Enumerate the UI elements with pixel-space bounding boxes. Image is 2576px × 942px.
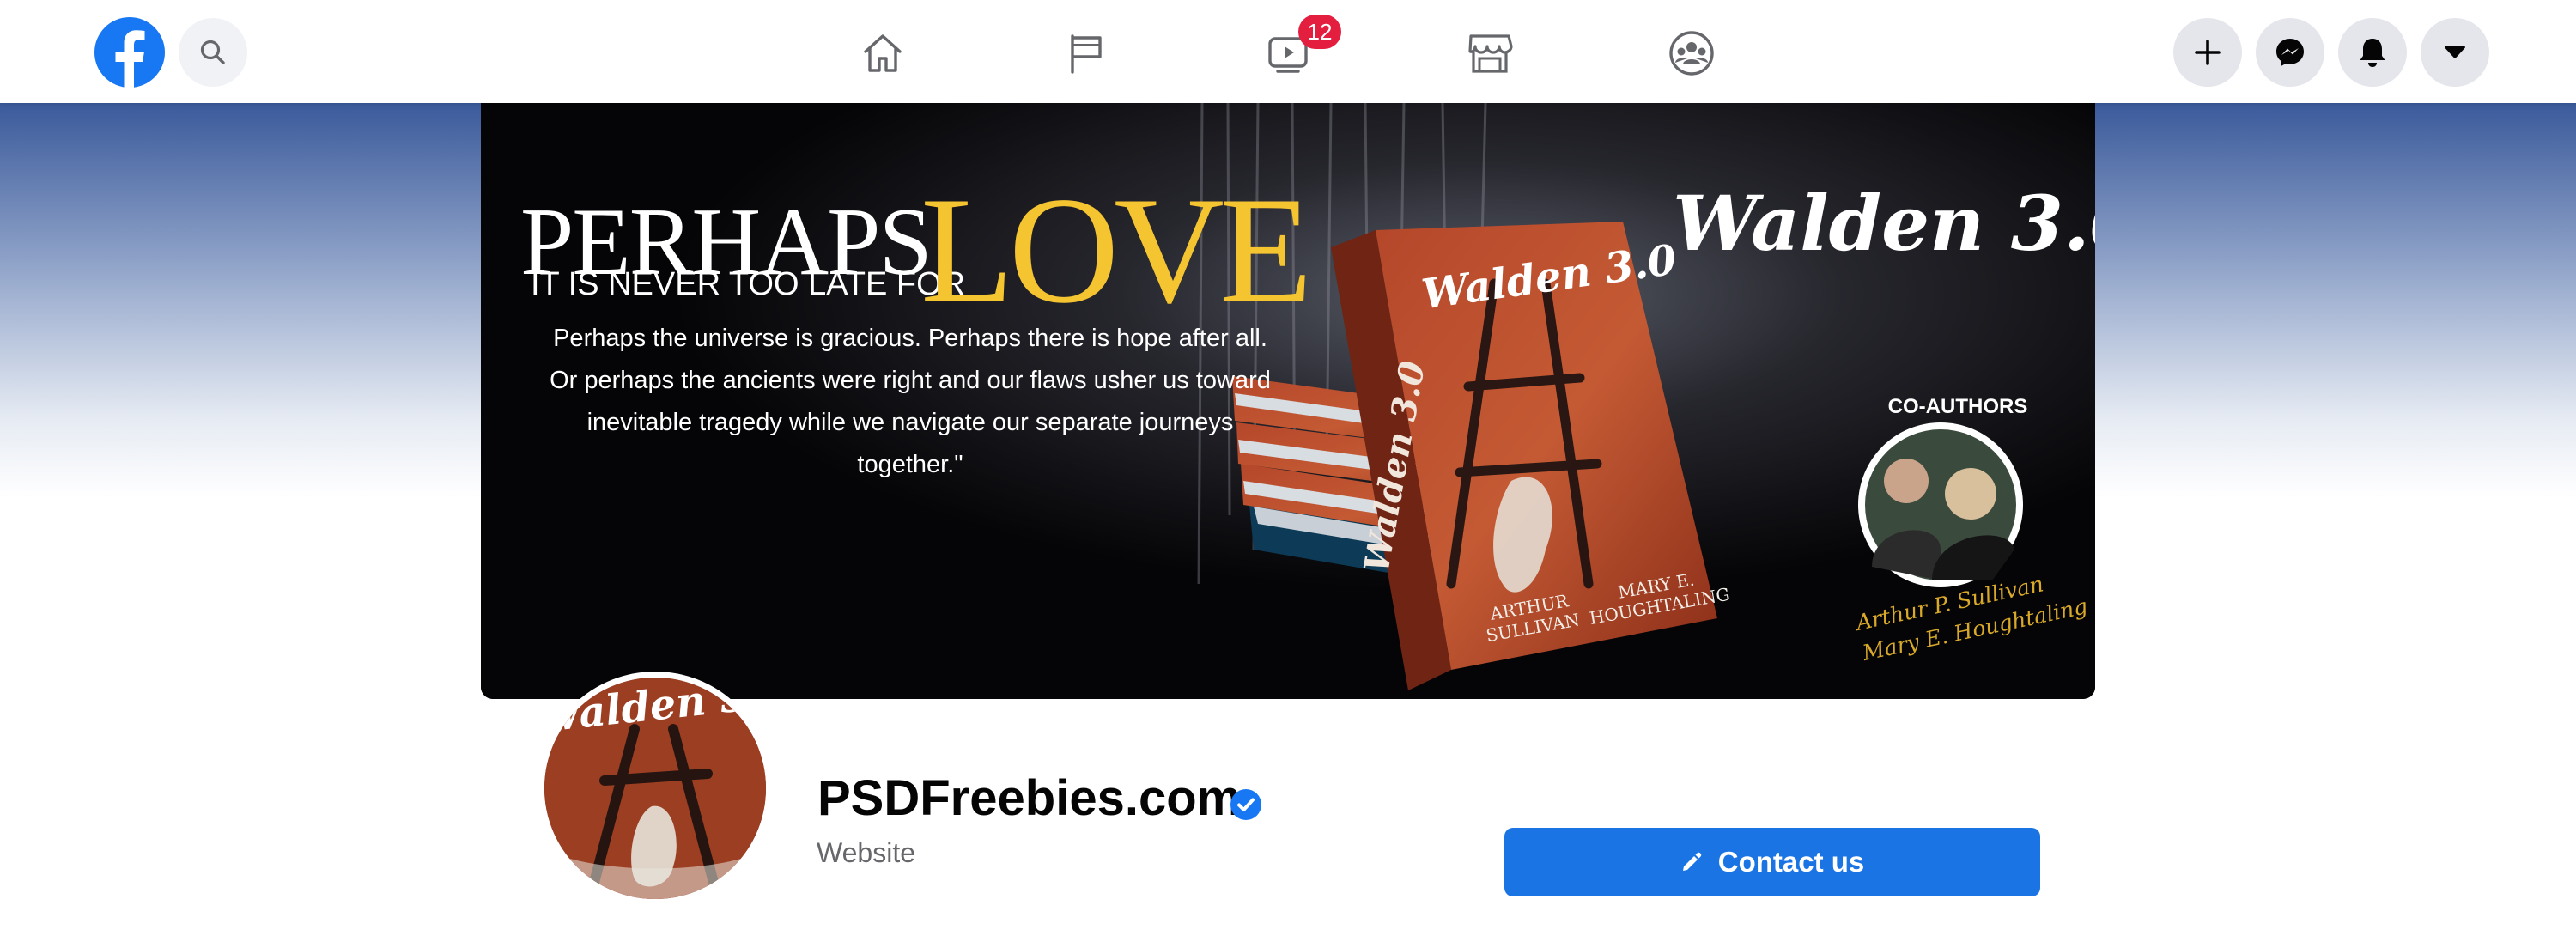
- messenger-button[interactable]: [2256, 18, 2324, 87]
- cover-quote: Perhaps the universe is gracious. Perhap…: [515, 318, 1305, 486]
- top-navigation-bar: 12: [0, 0, 2576, 103]
- tab-groups[interactable]: [1640, 17, 1743, 89]
- facebook-logo-icon[interactable]: [94, 17, 165, 88]
- groups-icon: [1669, 31, 1714, 76]
- watch-notification-badge: 12: [1298, 15, 1341, 49]
- marketplace-icon: [1468, 34, 1513, 73]
- home-icon: [864, 34, 902, 72]
- page-title: PSDFreebies.com: [817, 770, 1242, 826]
- walden-title: Walden 3.0: [1673, 179, 2095, 268]
- contact-us-button[interactable]: Contact us: [1504, 828, 2040, 896]
- contact-us-label: Contact us: [1717, 846, 1865, 878]
- plus-icon: [2195, 40, 2221, 65]
- pencil-icon: [1682, 852, 1701, 871]
- page-category: Website: [817, 837, 916, 868]
- messenger-icon: [2276, 39, 2304, 66]
- search-icon: [200, 40, 225, 64]
- flag-icon: [1071, 34, 1102, 74]
- quote-line: inevitable tragedy while we navigate our…: [586, 409, 1234, 436]
- tab-marketplace[interactable]: [1438, 17, 1541, 89]
- headline-never-too-late: IT IS NEVER TOO LATE FOR: [531, 266, 966, 302]
- notifications-button[interactable]: [2338, 18, 2407, 87]
- bell-icon: [2360, 39, 2385, 67]
- search-button[interactable]: [179, 18, 247, 87]
- coauthors-photo: [1858, 422, 2023, 587]
- quote-line: Perhaps the universe is gracious. Perhap…: [553, 325, 1267, 352]
- quote-line: together.": [857, 451, 963, 478]
- create-button[interactable]: [2173, 18, 2242, 87]
- profile-avatar[interactable]: Walden 3.0: [538, 672, 772, 905]
- cover-photo[interactable]: PERHAPS IT IS NEVER TOO LATE FOR LOVE Pe…: [481, 103, 2095, 699]
- coauthors-label: CO-AUTHORS: [1887, 395, 2028, 418]
- quote-line: Or perhaps the ancients were right and o…: [550, 367, 1271, 394]
- tab-home[interactable]: [831, 17, 934, 89]
- verified-badge-icon: [1230, 789, 1261, 820]
- account-menu-button[interactable]: [2421, 18, 2489, 87]
- headline-love: LOVE: [920, 165, 1313, 335]
- tab-pages[interactable]: [1035, 17, 1138, 89]
- chevron-down-icon: [2445, 46, 2465, 58]
